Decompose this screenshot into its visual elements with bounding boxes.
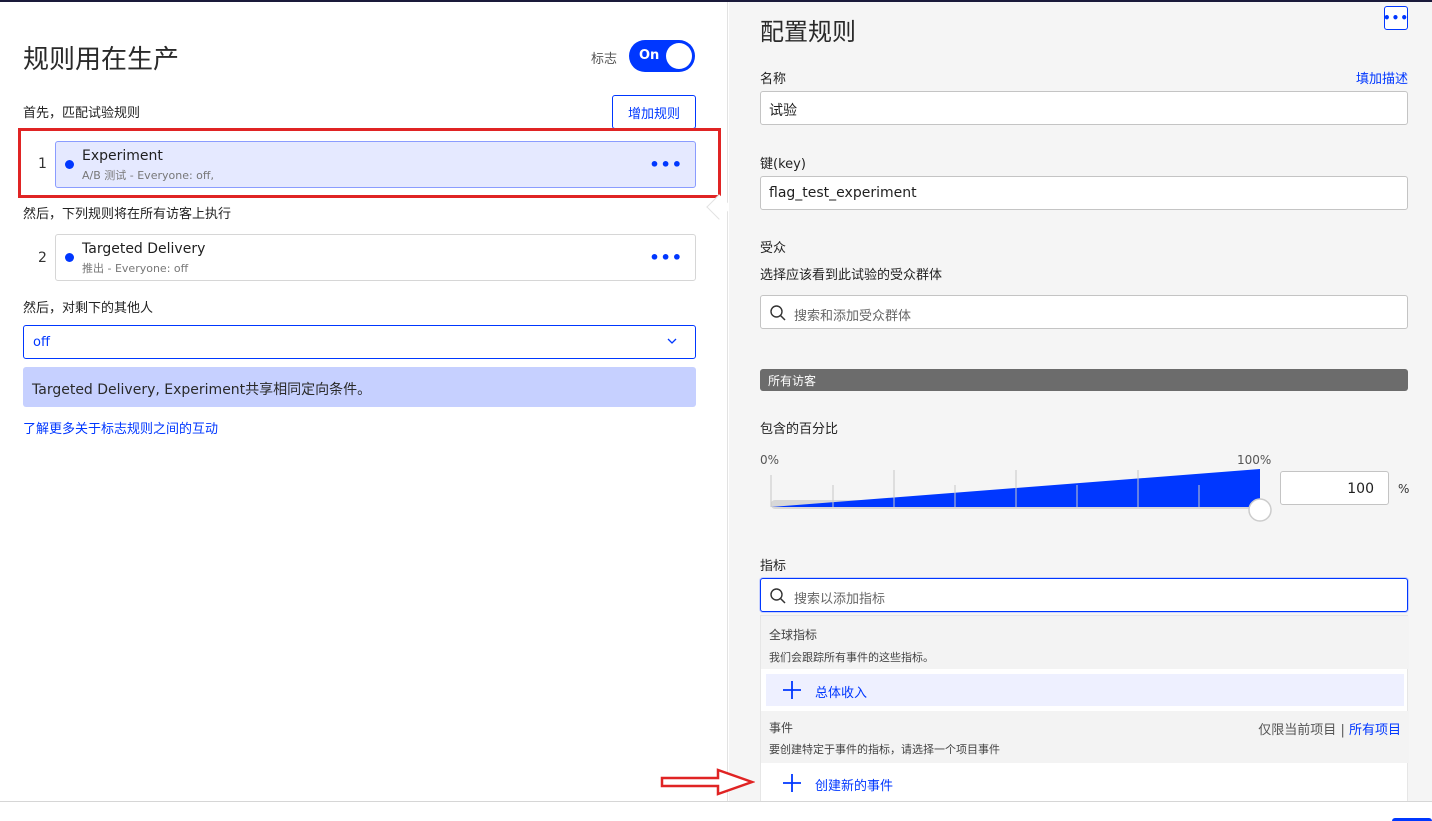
panel-title: 配置规则 (760, 18, 856, 46)
audience-search-input[interactable]: 搜索和添加受众群体 (760, 295, 1408, 329)
more-options-icon[interactable]: ••• (649, 248, 683, 267)
plus-icon (783, 681, 801, 699)
global-metrics-header: 全球指标 我们会跟踪所有事件的这些指标。 (761, 616, 1409, 669)
audience-chip-label: 所有访客 (768, 374, 817, 388)
audience-chip: 所有访客 (760, 369, 1408, 391)
toggle-knob (666, 43, 692, 69)
rule-number: 2 (38, 250, 47, 266)
fallback-variation-select[interactable]: off (23, 325, 696, 359)
events-header: 事件 要创建特定于事件的指标，请选择一个项目事件 仅限当前项目 | 所有项目 (761, 711, 1409, 763)
info-banner: Targeted Delivery, Experiment共享相同定向条件。 (23, 367, 696, 407)
plus-icon (783, 774, 801, 792)
learn-more-link[interactable]: 了解更多关于标志规则之间的互动 (23, 418, 218, 437)
metric-option-total-revenue[interactable]: 总体收入 (766, 674, 1404, 706)
flag-label: 标志 (591, 52, 618, 67)
annotation-highlight-box (18, 128, 721, 198)
events-title: 事件 (769, 721, 794, 735)
rule-card-targeted-delivery[interactable]: Targeted Delivery 推出 - Everyone: off ••• (55, 234, 696, 281)
info-text: Targeted Delivery, Experiment共享相同定向条件。 (32, 382, 372, 398)
filter-all-projects[interactable]: 所有项目 (1349, 723, 1401, 738)
status-dot (65, 253, 74, 262)
search-icon (770, 588, 786, 604)
add-description-link[interactable]: 填加描述 (1356, 68, 1408, 87)
metrics-dropdown: 全球指标 我们会跟踪所有事件的这些指标。 总体收入 事件 要创建特定于事件的指标… (760, 615, 1409, 805)
search-icon (770, 305, 786, 321)
rule-title: Targeted Delivery (82, 241, 206, 257)
toggle-label: On (639, 48, 660, 63)
name-label: 名称 (760, 72, 787, 87)
page-title: 规则用在生产 (23, 45, 180, 75)
create-event-label: 创建新的事件 (815, 779, 894, 794)
metrics-label: 指标 (760, 559, 787, 574)
add-rule-button[interactable]: 增加规则 (612, 95, 696, 129)
events-description: 要创建特定于事件的指标，请选择一个项目事件 (769, 743, 1000, 756)
name-field[interactable]: 试验 (760, 91, 1408, 125)
percent-label: 包含的百分比 (760, 422, 839, 437)
events-project-filter: 仅限当前项目 | 所有项目 (1258, 719, 1401, 738)
global-metrics-description: 我们会跟踪所有事件的这些指标。 (769, 651, 934, 664)
name-value: 试验 (769, 103, 797, 119)
flag-toggle[interactable]: On (629, 40, 695, 72)
panel-more-button[interactable]: ••• (1383, 6, 1408, 30)
percent-sign: % (1398, 482, 1410, 496)
percent-input[interactable]: 100 (1280, 471, 1389, 505)
filter-current-project[interactable]: 仅限当前项目 (1258, 723, 1336, 738)
metrics-placeholder: 搜索以添加指标 (794, 592, 886, 607)
select-value: off (33, 335, 50, 350)
audience-placeholder: 搜索和添加受众群体 (794, 309, 912, 324)
rules-panel: 规则用在生产 标志 On 首先，匹配试验规则 增加规则 1 Experiment… (0, 2, 728, 802)
annotation-arrow-icon (660, 768, 755, 796)
create-new-event-option[interactable]: 创建新的事件 (766, 767, 1404, 799)
rule-subtitle: 推出 - Everyone: off (82, 262, 189, 275)
then-label: 然后，下列规则将在所有访客上执行 (23, 207, 232, 222)
key-value: flag_test_experiment (769, 185, 917, 201)
key-field[interactable]: flag_test_experiment (760, 176, 1408, 210)
filter-separator: | (1340, 723, 1345, 738)
everyone-else-label: 然后，对剩下的其他人 (23, 301, 154, 316)
key-label: 键(key) (760, 157, 806, 172)
configure-rule-panel: 配置规则 ••• 名称 填加描述 试验 键(key) flag_test_exp… (729, 2, 1432, 805)
audience-label: 受众 (760, 241, 787, 256)
global-metrics-title: 全球指标 (769, 628, 818, 642)
first-match-label: 首先，匹配试验规则 (23, 106, 141, 121)
traffic-allocation-slider[interactable] (770, 465, 1276, 525)
slider-handle[interactable] (1248, 498, 1272, 522)
audience-description: 选择应该看到此试验的受众群体 (760, 268, 943, 283)
footer-bar (0, 802, 1432, 821)
chevron-down-icon (667, 338, 677, 344)
metric-option-label: 总体收入 (815, 686, 868, 701)
percent-value: 100 (1347, 481, 1374, 497)
metrics-search-input[interactable]: 搜索以添加指标 (760, 578, 1408, 612)
